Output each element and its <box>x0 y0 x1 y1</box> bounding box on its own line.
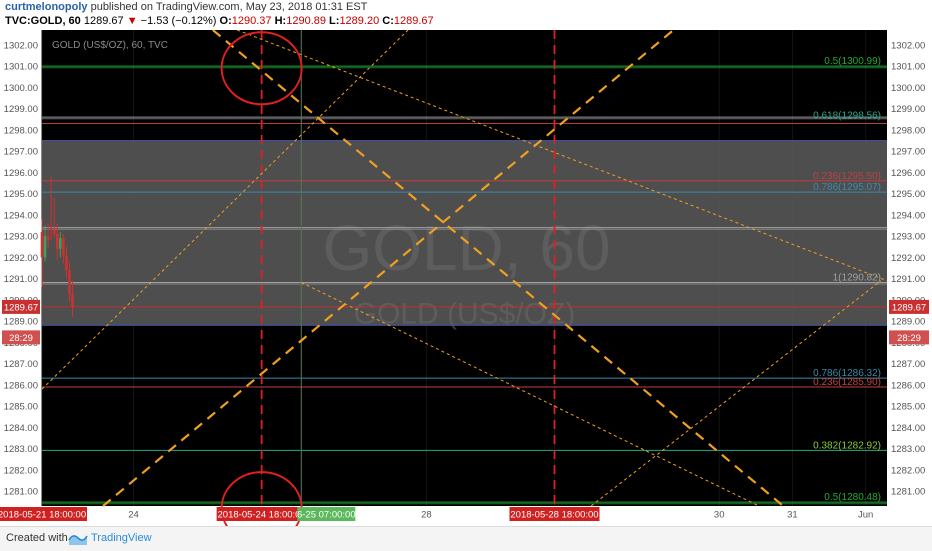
y-tick-label-left: 1296.00 <box>4 168 38 179</box>
y-tick-label-right: 1293.00 <box>891 232 925 243</box>
low-label: L: <box>329 15 340 27</box>
y-tick-label-right: 1282.00 <box>891 465 925 476</box>
y-tick-label-left: 1281.00 <box>4 487 38 498</box>
y-tick-label-left: 1293.00 <box>4 232 38 243</box>
y-tick-label-right: 1284.00 <box>891 423 925 434</box>
fib-level-label: 1(1290.82) <box>833 272 881 283</box>
y-tick-label-right: 1295.00 <box>891 189 925 200</box>
y-tick-label-right: 1302.00 <box>891 40 925 51</box>
y-tick-label-left: 1299.00 <box>4 104 38 115</box>
candle-body <box>71 293 74 307</box>
fib-level-label: 0.382(1282.92) <box>813 440 881 451</box>
candle-body <box>55 234 59 249</box>
y-tick-label-right: 1299.00 <box>891 104 925 115</box>
y-tick-label-left: 1301.00 <box>4 62 38 73</box>
y-tick-label-right: 1285.00 <box>891 402 925 413</box>
y-tick-label-left: 1286.00 <box>4 380 38 391</box>
candle-body <box>52 229 56 234</box>
footer-bar: Created with TradingView <box>0 526 932 551</box>
candle-body <box>59 238 62 249</box>
watermark-title: GOLD, 60 <box>322 212 610 284</box>
low-value: 1289.20 <box>339 15 380 27</box>
price-badge-left-label: 28:29 <box>9 333 33 344</box>
price-change: −1.53 (−0.12%) <box>140 15 217 27</box>
candle-body <box>68 270 71 294</box>
candle-body <box>40 231 44 258</box>
price-chart[interactable]: GOLD, 60GOLD (US$/OZ)0.5(1300.99)0.618(1… <box>0 30 932 526</box>
x-tick-label: 24 <box>128 510 139 521</box>
fib-level-label: 0.618(1298.56) <box>813 110 881 121</box>
y-tick-label-left: 1295.00 <box>4 189 38 200</box>
last-price: 1289.67 <box>83 15 124 27</box>
y-tick-label-right: 1289.00 <box>891 317 925 328</box>
y-tick-label-right: 1286.00 <box>891 380 925 391</box>
y-tick-label-left: 1298.00 <box>4 125 38 136</box>
published-text: published on TradingView.com, May 23, 20… <box>90 1 368 13</box>
x-tick-label: 2018-05-28 18:00:00 <box>510 510 598 521</box>
y-tick-label-left: 1294.00 <box>4 210 38 221</box>
open-value: 1290.37 <box>231 15 272 27</box>
fib-level-label: 0.236(1295.50) <box>813 171 881 182</box>
created-with-text: Created with <box>6 532 68 544</box>
y-tick-label-left: 1283.00 <box>4 444 38 455</box>
x-tick-label: Jun <box>858 510 873 521</box>
y-tick-label-right: 1294.00 <box>891 210 925 221</box>
tradingview-logo-icon <box>68 535 88 545</box>
y-tick-label-left: 1302.00 <box>4 40 38 51</box>
high-label: H: <box>274 15 287 27</box>
price-badge-left-label: 1289.67 <box>4 302 38 313</box>
y-tick-label-right: 1291.00 <box>891 274 925 285</box>
price-badge-right-label: 1289.67 <box>892 302 926 313</box>
y-tick-label-left: 1284.00 <box>4 423 38 434</box>
y-tick-label-left: 1282.00 <box>4 465 38 476</box>
candle-body <box>43 236 47 258</box>
y-tick-label-left: 1297.00 <box>4 147 38 158</box>
candle-body <box>46 236 50 241</box>
symbol-label: TVC:GOLD, 60 <box>5 15 81 27</box>
open-label: O: <box>219 15 232 27</box>
y-tick-label-right: 1298.00 <box>891 125 925 136</box>
y-tick-label-right: 1301.00 <box>891 62 925 73</box>
symbol-quote-line: TVC:GOLD, 60 1289.67 ▼ −1.53 (−0.12%) O:… <box>5 15 434 27</box>
x-tick-label: 2018-05-24 18:00:00 <box>218 510 306 521</box>
x-tick-label: 31 <box>787 510 798 521</box>
y-tick-label-right: 1292.00 <box>891 253 925 264</box>
y-tick-label-left: 1287.00 <box>4 359 38 370</box>
down-arrow-icon: ▼ <box>126 15 138 27</box>
high-value: 1290.89 <box>286 15 326 27</box>
fib-level-label: 0.5(1280.48) <box>824 492 881 503</box>
x-tick-label: 2018-05-21 18:00:00 <box>0 510 86 521</box>
close-value: 1289.67 <box>393 15 434 27</box>
fib-level-label: 0.5(1300.99) <box>824 56 881 67</box>
y-tick-label-right: 1283.00 <box>891 444 925 455</box>
fib-level-label: 0.236(1285.90) <box>813 377 881 388</box>
tradingview-link[interactable]: TradingView <box>91 532 152 544</box>
y-tick-label-right: 1297.00 <box>891 147 925 158</box>
chart-legend: GOLD (US$/OZ), 60, TVC <box>52 40 168 51</box>
close-label: C: <box>382 15 394 27</box>
publish-info: curtmelonopoly published on TradingView.… <box>5 1 367 13</box>
candle-body <box>62 238 65 256</box>
y-tick-label-left: 1300.00 <box>4 83 38 94</box>
y-tick-label-left: 1289.00 <box>4 317 38 328</box>
candle-body <box>65 255 68 271</box>
x-tick-label: 6-25 07:00:00 <box>297 510 356 521</box>
author-link[interactable]: curtmelonopoly <box>5 1 88 13</box>
x-tick-label: 30 <box>714 510 725 521</box>
y-tick-label-left: 1292.00 <box>4 253 38 264</box>
price-badge-right-label: 28:29 <box>897 333 921 344</box>
candle-body <box>49 227 53 230</box>
y-tick-label-left: 1291.00 <box>4 274 38 285</box>
fib-level-label: 0.786(1295.07) <box>813 182 881 193</box>
y-tick-label-right: 1281.00 <box>891 487 925 498</box>
y-tick-label-right: 1300.00 <box>891 83 925 94</box>
y-tick-label-left: 1285.00 <box>4 402 38 413</box>
y-tick-label-right: 1296.00 <box>891 168 925 179</box>
x-tick-label: 28 <box>421 510 432 521</box>
y-tick-label-right: 1287.00 <box>891 359 925 370</box>
